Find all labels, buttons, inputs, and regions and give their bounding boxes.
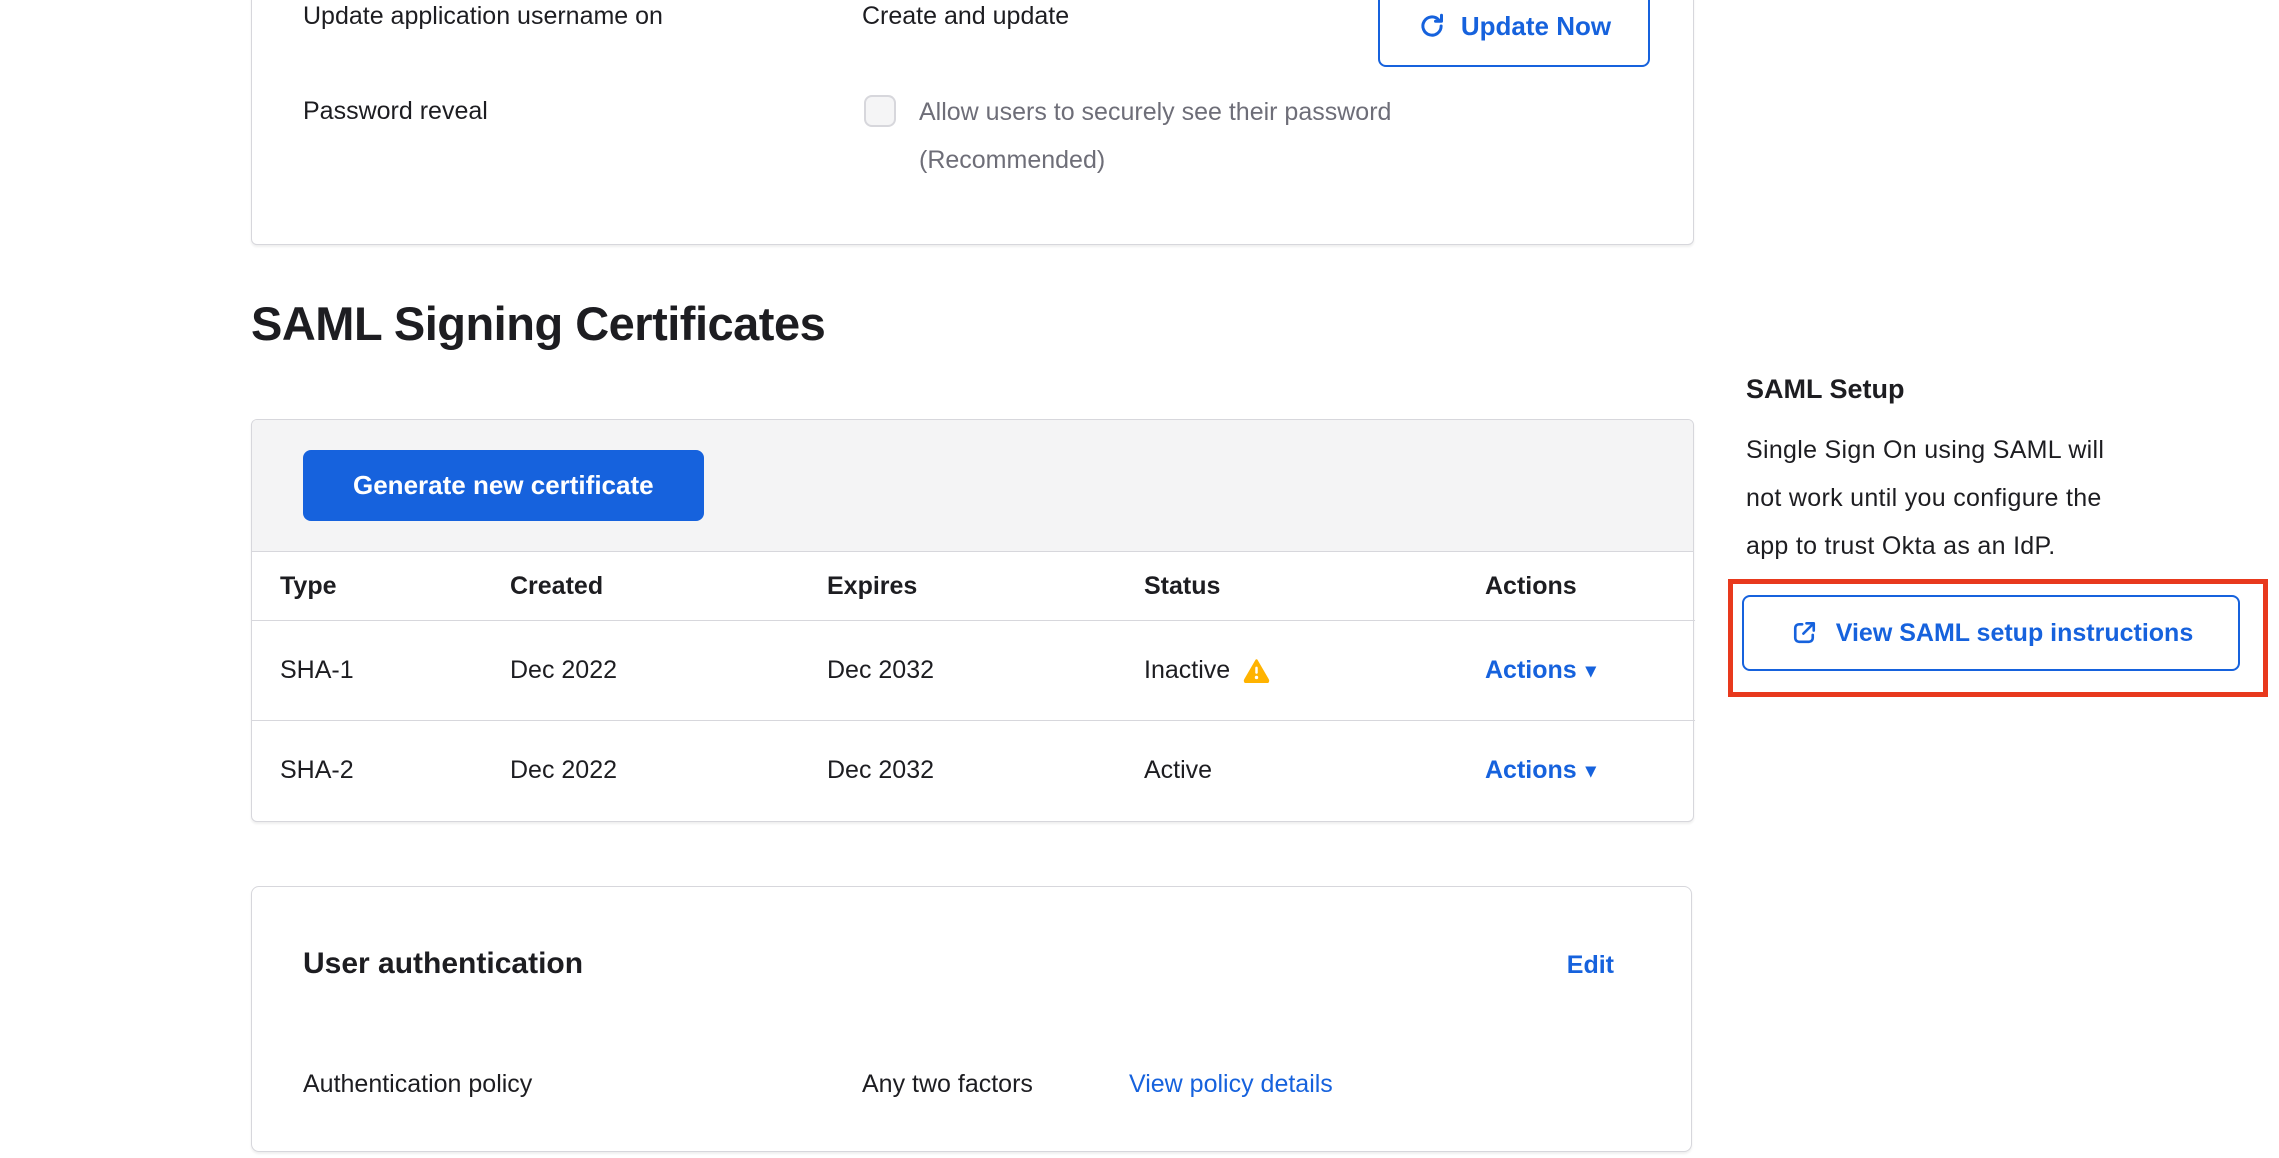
column-header-created: Created (482, 553, 799, 620)
saml-certificates-card: Generate new certificate Type Created Ex… (251, 419, 1694, 822)
status-text: Inactive (1144, 656, 1230, 685)
actions-label: Actions (1485, 756, 1577, 785)
view-saml-setup-instructions-button[interactable]: View SAML setup instructions (1742, 595, 2240, 671)
saml-setup-description: Single Sign On using SAML will not work … (1746, 426, 2146, 570)
chevron-down-icon: ▾ (1586, 761, 1596, 781)
password-reveal-option-line1: Allow users to securely see their passwo… (919, 98, 1391, 127)
authentication-policy-label: Authentication policy (303, 1070, 532, 1099)
cell-created: Dec 2022 (482, 720, 799, 820)
generate-new-certificate-button[interactable]: Generate new certificate (303, 450, 704, 521)
certificates-table: Type Created Expires Status Actions SHA-… (252, 553, 1695, 820)
certificates-toolbar: Generate new certificate (252, 420, 1693, 552)
actions-dropdown[interactable]: Actions ▾ (1485, 656, 1596, 685)
column-header-expires: Expires (799, 553, 1116, 620)
chevron-down-icon: ▾ (1586, 661, 1596, 681)
warning-icon (1243, 658, 1270, 683)
actions-dropdown[interactable]: Actions ▾ (1485, 756, 1596, 785)
cell-status: Inactive (1116, 620, 1457, 720)
user-authentication-title: User authentication (303, 947, 583, 981)
cell-expires: Dec 2032 (799, 620, 1116, 720)
password-reveal-checkbox[interactable] (864, 95, 896, 127)
column-header-actions: Actions (1457, 553, 1695, 620)
page: Update application username on Create an… (0, 0, 2279, 1158)
view-saml-setup-instructions-label: View SAML setup instructions (1836, 619, 2193, 648)
authentication-policy-value: Any two factors (862, 1070, 1033, 1099)
cell-actions: Actions ▾ (1457, 620, 1695, 720)
username-update-label: Update application username on (303, 2, 663, 31)
view-policy-details-link[interactable]: View policy details (1129, 1070, 1333, 1099)
saml-setup-title: SAML Setup (1746, 374, 1905, 405)
edit-link[interactable]: Edit (1567, 951, 1614, 980)
username-update-value: Create and update (862, 2, 1069, 31)
application-settings-card: Update application username on Create an… (251, 0, 1694, 245)
column-header-status: Status (1116, 553, 1457, 620)
update-now-label: Update Now (1461, 11, 1611, 42)
actions-label: Actions (1485, 656, 1577, 685)
cell-type: SHA-2 (252, 720, 482, 820)
password-reveal-option-line2: (Recommended) (919, 146, 1105, 175)
user-authentication-card: User authentication Edit Authentication … (251, 886, 1692, 1152)
update-now-button[interactable]: Update Now (1378, 0, 1650, 67)
cell-actions: Actions ▾ (1457, 720, 1695, 820)
table-row: SHA-2 Dec 2022 Dec 2032 Active Actions ▾ (252, 720, 1695, 820)
cell-type: SHA-1 (252, 620, 482, 720)
page-title: SAML Signing Certificates (251, 296, 825, 351)
table-row: SHA-1 Dec 2022 Dec 2032 Inactive (252, 620, 1695, 720)
cell-status: Active (1116, 720, 1457, 820)
refresh-icon (1417, 11, 1447, 41)
cell-expires: Dec 2032 (799, 720, 1116, 820)
table-header-row: Type Created Expires Status Actions (252, 553, 1695, 620)
external-link-icon (1789, 618, 1819, 648)
column-header-type: Type (252, 553, 482, 620)
cell-created: Dec 2022 (482, 620, 799, 720)
password-reveal-label: Password reveal (303, 97, 488, 126)
status-text: Active (1144, 756, 1212, 785)
